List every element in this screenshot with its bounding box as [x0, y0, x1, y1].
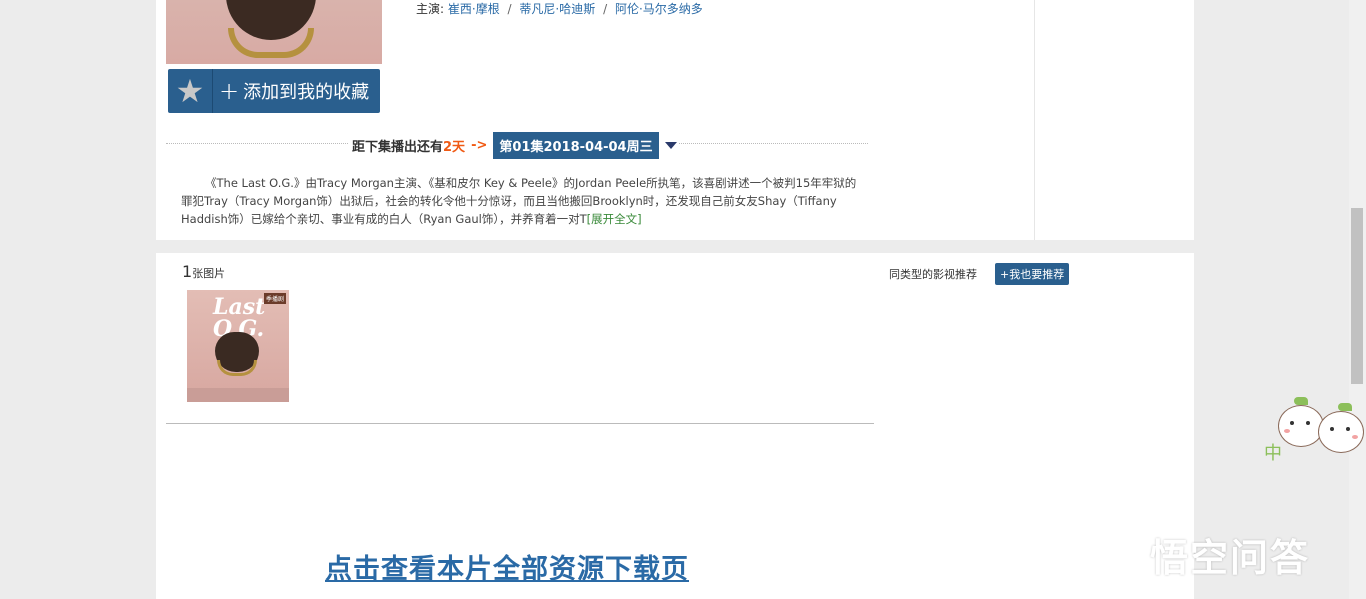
download-page-link[interactable]: 点击查看本片全部资源下载页: [325, 547, 689, 586]
synopsis: 《The Last O.G.》由Tracy Morgan主演、《基和皮尔 Key…: [181, 174, 861, 228]
actor-separator: /: [603, 2, 608, 16]
poster-image: [166, 0, 382, 64]
add-to-favorites-button[interactable]: ★ + 添加到我的收藏: [168, 69, 380, 113]
mascot-head-icon: [1318, 411, 1364, 453]
recommend-label: 同类型的影视推荐: [889, 268, 977, 281]
actor-link[interactable]: 蒂凡尼·哈迪斯: [519, 2, 595, 16]
synopsis-text: 《The Last O.G.》由Tracy Morgan主演、《基和皮尔 Key…: [181, 176, 857, 226]
thumbnail-badge: 季播剧: [263, 293, 286, 304]
actor-separator: /: [507, 2, 512, 16]
actors-label: 主演:: [416, 2, 445, 16]
actor-link[interactable]: 崔西·摩根: [448, 2, 500, 16]
photo-thumbnail[interactable]: Last O.G. 季播剧: [187, 290, 289, 402]
mascot-head-icon: [1278, 405, 1324, 447]
watermark: 悟空问答: [1088, 527, 1310, 582]
chat-bubbles-icon: [1088, 535, 1144, 575]
section-divider: [166, 423, 874, 424]
actors-line: 主演: 崔西·摩根 / 蒂凡尼·哈迪斯 / 阿伦·马尔多纳多: [416, 0, 703, 17]
scrollbar-thumb[interactable]: [1351, 208, 1363, 384]
caret-down-icon[interactable]: [664, 142, 677, 149]
mascot-sticker: 中: [1254, 395, 1366, 475]
actor-link[interactable]: 阿伦·马尔多纳多: [615, 2, 703, 16]
recommend-button[interactable]: +我也要推荐: [995, 263, 1070, 285]
plus-icon: +: [219, 77, 240, 105]
days-remaining: 2天: [443, 140, 466, 155]
next-episode-bar: 距下集播出还有 2天 -> 第01集2018-04-04周三: [166, 131, 868, 159]
mascot-text: 中: [1264, 443, 1282, 464]
star-icon: ★: [168, 69, 213, 113]
column-divider: [1034, 0, 1035, 240]
favorite-label: + 添加到我的收藏: [219, 77, 370, 105]
photo-count-number: 1: [182, 262, 193, 281]
next-episode-label: 距下集播出还有: [352, 140, 444, 155]
watermark-text: 悟空问答: [1150, 536, 1311, 580]
episode-selector[interactable]: 第01集2018-04-04周三: [493, 132, 659, 159]
arrow-text: ->: [471, 138, 488, 153]
photo-count: 1张图片: [182, 262, 225, 281]
photo-count-label: 张图片: [192, 267, 226, 280]
page-scrollbar[interactable]: [1349, 0, 1366, 599]
expand-full-text-link[interactable]: [展开全文]: [587, 212, 642, 226]
